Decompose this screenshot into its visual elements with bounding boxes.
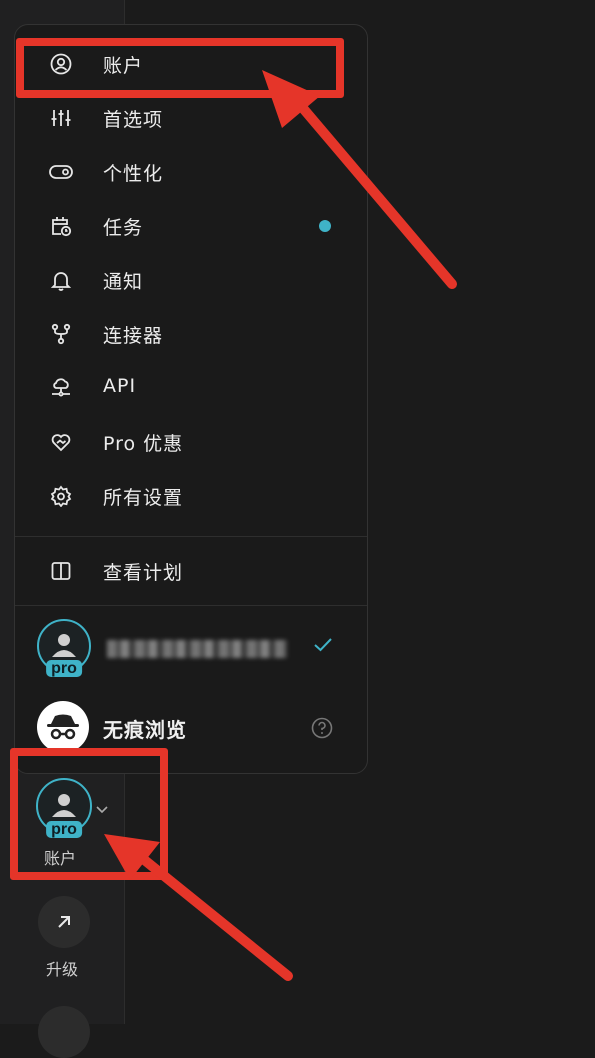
arrow-to-account-menu (262, 70, 457, 289)
arrow-to-sidebar-account (104, 834, 293, 981)
annotation-arrows (104, 70, 457, 981)
